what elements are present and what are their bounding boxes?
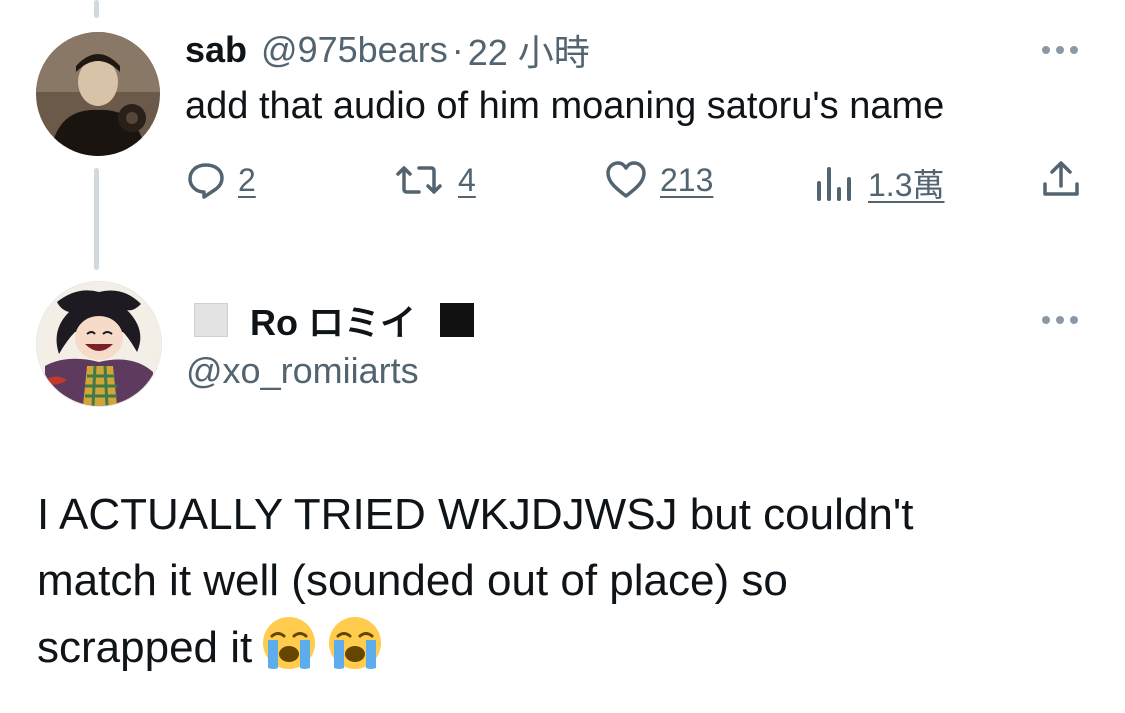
repost-icon	[392, 160, 446, 200]
loudly-crying-face-icon	[260, 614, 318, 691]
avatar-illustration-romi	[37, 282, 161, 406]
avatar[interactable]	[36, 281, 162, 407]
display-name[interactable]: Ro ロミイ	[250, 294, 416, 346]
display-name[interactable]: sab	[185, 29, 247, 71]
share-button[interactable]	[1040, 158, 1082, 200]
avatar-photo-sab	[36, 32, 160, 156]
more-icon[interactable]	[1042, 46, 1078, 54]
reply-text: add that audio of him moaning satoru's n…	[185, 85, 945, 127]
like-count: 213	[660, 161, 714, 198]
timestamp[interactable]: 22 小時	[468, 24, 590, 76]
tweet-text-content: I ACTUALLY TRIED WKJDJWSJ but couldn't m…	[37, 490, 914, 672]
views-button[interactable]: 1.3萬	[814, 160, 945, 206]
handle[interactable]: @975bears	[261, 29, 448, 71]
repost-button[interactable]: 4	[392, 160, 476, 200]
reply-button[interactable]: 2	[186, 160, 256, 200]
separator: ·	[451, 29, 464, 70]
white-square-icon	[194, 303, 228, 337]
more-icon[interactable]	[1042, 316, 1078, 324]
like-button[interactable]: 213	[604, 160, 713, 200]
thread-line-middle	[94, 168, 99, 270]
repost-count: 4	[458, 161, 476, 198]
reply-icon	[186, 160, 226, 200]
views-count: 1.3萬	[868, 167, 945, 203]
reply-count: 2	[238, 161, 256, 198]
views-icon	[814, 163, 856, 203]
reply-header: sab @975bears · 22 小時	[185, 28, 590, 73]
thread-line-top	[94, 0, 99, 18]
share-icon	[1040, 158, 1082, 200]
main-name-row: Ro ロミイ	[194, 298, 474, 343]
tweet-text: I ACTUALLY TRIED WKJDJWSJ but couldn't m…	[37, 482, 1097, 691]
handle[interactable]: @xo_romiiarts	[186, 350, 419, 392]
loudly-crying-face-icon	[326, 614, 384, 691]
like-icon	[604, 160, 648, 200]
black-square-icon	[440, 303, 474, 337]
avatar[interactable]	[36, 32, 160, 156]
